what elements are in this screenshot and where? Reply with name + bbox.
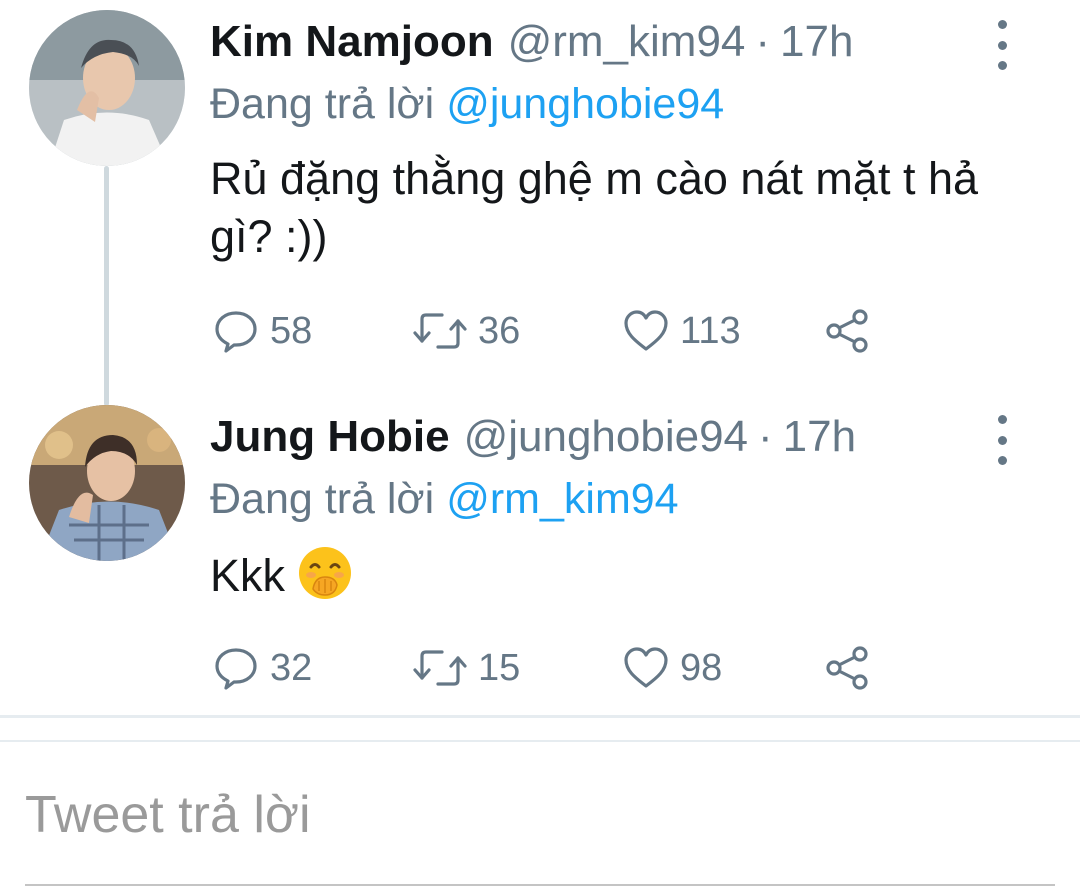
display-name[interactable]: Kim Namjoon (210, 14, 494, 70)
reply-composer (0, 740, 1080, 880)
retweet-button[interactable]: 15 (412, 640, 520, 696)
reply-icon (215, 648, 257, 690)
like-button[interactable]: 113 (622, 303, 741, 359)
timestamp[interactable]: 17h (780, 14, 853, 70)
reply-icon (215, 311, 257, 353)
retweet-count: 36 (478, 309, 521, 352)
share-icon (826, 646, 868, 690)
replying-to-label: Đang trả lời (210, 475, 435, 523)
like-button[interactable]: 98 (622, 640, 722, 696)
separator-dot: · (758, 412, 773, 461)
tweet[interactable]: Kim Namjoon @rm_kim94 · 17h Đang trả lời… (0, 0, 1080, 395)
tweet-text: Kkk (210, 545, 1030, 605)
replying-to-label: Đang trả lời (210, 80, 435, 128)
reply-button[interactable]: 32 (212, 640, 312, 696)
face-with-hand-over-mouth-icon (299, 547, 352, 599)
display-name[interactable]: Jung Hobie (210, 409, 450, 465)
like-count: 98 (680, 646, 723, 689)
reply-button[interactable]: 58 (212, 303, 312, 359)
tweet-actions: 58 36 113 (212, 303, 912, 359)
tweet-text: Rủ đặng thằng ghệ m cào nát mặt t hả gì?… (210, 153, 979, 262)
reply-input-underline (25, 884, 1055, 886)
share-icon (826, 309, 868, 353)
user-handle[interactable]: @junghobie94 (464, 409, 748, 465)
tweet-text-content: Kkk (210, 550, 286, 601)
like-count: 113 (680, 309, 741, 352)
reply-input[interactable] (25, 780, 1055, 850)
heart-icon (624, 647, 668, 688)
tweet-header: Kim Namjoon @rm_kim94 · 17h (210, 14, 853, 70)
avatar[interactable] (29, 405, 185, 561)
retweet-button[interactable]: 36 (412, 303, 520, 359)
tweet[interactable]: Jung Hobie @junghobie94 · 17h Đang trả l… (0, 395, 1080, 715)
timestamp[interactable]: 17h (783, 409, 856, 465)
retweet-icon (413, 313, 467, 349)
tweet-header: Jung Hobie @junghobie94 · 17h (210, 409, 856, 465)
share-button[interactable] (824, 303, 872, 359)
avatar-image (29, 10, 185, 166)
reply-count: 58 (270, 309, 313, 352)
thread-divider (0, 715, 1080, 718)
tweet-actions: 32 15 98 (212, 640, 912, 696)
reply-count: 32 (270, 646, 313, 689)
mention-link[interactable]: @rm_kim94 (446, 475, 678, 523)
separator-dot: · (755, 17, 771, 66)
more-vertical-icon[interactable] (992, 415, 1012, 465)
replying-to: Đang trả lời @junghobie94 (210, 76, 724, 132)
more-vertical-icon[interactable] (992, 20, 1012, 70)
share-button[interactable] (824, 640, 872, 696)
avatar-image (29, 405, 185, 561)
heart-icon (624, 310, 668, 351)
mention-link[interactable]: @junghobie94 (446, 80, 724, 128)
avatar[interactable] (29, 10, 185, 166)
user-handle[interactable]: @rm_kim94 (508, 14, 746, 70)
replying-to: Đang trả lời @rm_kim94 (210, 471, 679, 527)
retweet-count: 15 (478, 646, 521, 689)
retweet-icon (413, 650, 467, 686)
